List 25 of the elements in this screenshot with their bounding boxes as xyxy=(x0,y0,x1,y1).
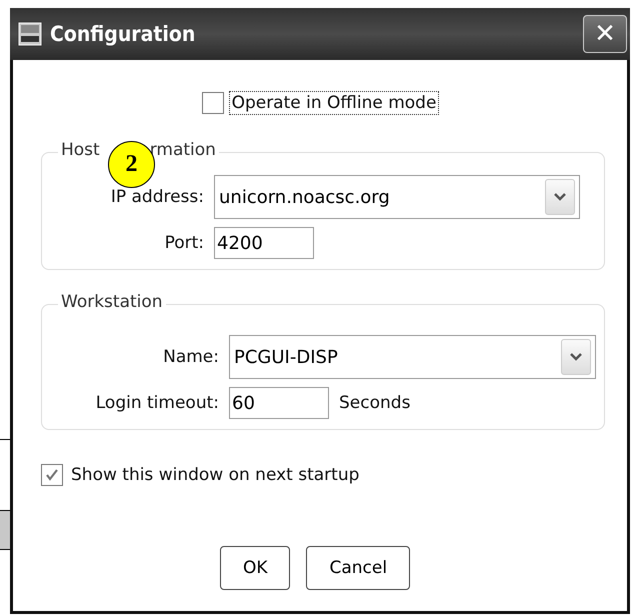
checkbox[interactable] xyxy=(41,464,63,486)
dropdown-button[interactable] xyxy=(545,179,575,215)
checkmark-icon xyxy=(45,468,59,482)
group-title: Host xyxy=(61,140,100,160)
input-field[interactable]: 4200 xyxy=(214,227,314,259)
app-icon xyxy=(18,22,42,46)
group-title: Workstation xyxy=(61,292,163,312)
input-field[interactable]: 60 xyxy=(229,387,329,419)
dropdown-field[interactable]: unicorn.noacsc.org xyxy=(214,175,580,219)
checkbox-label[interactable]: Show this window on next startup xyxy=(69,464,362,486)
cancel-button[interactable]: Cancel xyxy=(306,546,410,590)
checkbox-label[interactable]: Operate in Offline mode xyxy=(230,92,438,114)
ok-button[interactable]: OK xyxy=(220,546,290,590)
dropdown-field[interactable]: PCGUI-DISP xyxy=(229,335,596,379)
unit-label: Seconds xyxy=(339,393,410,413)
checkbox[interactable] xyxy=(202,92,224,114)
window-title: Configuration xyxy=(50,22,196,46)
dropdown-button[interactable] xyxy=(561,339,591,375)
chevron-down-icon xyxy=(569,352,583,362)
field-label: Login timeout: xyxy=(94,393,219,413)
field-label: IP address: xyxy=(110,187,204,207)
field-label: Port: xyxy=(164,233,204,253)
close-button[interactable]: ✕ xyxy=(583,15,627,53)
chevron-down-icon xyxy=(553,192,567,202)
field-label: Name: xyxy=(162,347,219,367)
